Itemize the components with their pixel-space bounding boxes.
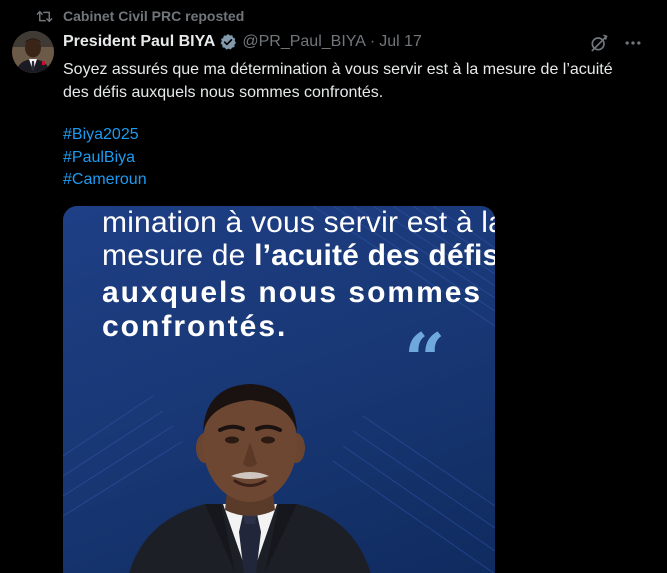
tweet-media-image[interactable]: mination à vous servir est à la mesure d…	[63, 206, 495, 573]
hashtag-list: #Biya2025 #PaulBiya #Cameroun	[63, 124, 147, 192]
media-quote-line: mesure de l’acuité des défis	[102, 239, 495, 273]
header-separator: ·	[369, 33, 376, 50]
header-actions	[589, 33, 643, 58]
hashtag-link[interactable]: #PaulBiya	[63, 147, 147, 170]
media-quote-regular: mesure de	[102, 239, 255, 272]
tweet-date[interactable]: Jul 17	[379, 33, 422, 51]
repost-icon	[36, 9, 53, 24]
more-icon[interactable]	[623, 33, 643, 58]
media-quote-line: auxquels nous sommes	[102, 276, 483, 309]
tweet-header: President Paul BIYA @PR_Paul_BIYA · Jul …	[63, 33, 422, 51]
grok-icon[interactable]	[589, 33, 609, 58]
tweet-text: Soyez assurés que ma détermination à vou…	[63, 61, 613, 101]
hashtag-link[interactable]: #Cameroun	[63, 169, 147, 192]
author-name[interactable]: President Paul BIYA	[63, 33, 215, 51]
author-handle[interactable]: @PR_Paul_BIYA	[242, 33, 366, 51]
media-quote-line: confrontés.	[102, 310, 288, 343]
tweet[interactable]: Cabinet Civil PRC reposted President Pau…	[0, 0, 667, 573]
media-quote-bold: l’acuité des défis	[254, 239, 495, 272]
repost-indicator[interactable]: Cabinet Civil PRC reposted	[36, 8, 244, 24]
avatar[interactable]	[12, 31, 54, 73]
repost-label[interactable]: Cabinet Civil PRC reposted	[63, 8, 244, 24]
president-portrait	[129, 384, 371, 573]
hashtag-link[interactable]: #Biya2025	[63, 124, 147, 147]
quote-mark-icon: “	[404, 317, 446, 402]
verified-badge-icon[interactable]	[219, 33, 237, 51]
media-quote-line: mination à vous servir est à la	[102, 206, 495, 239]
